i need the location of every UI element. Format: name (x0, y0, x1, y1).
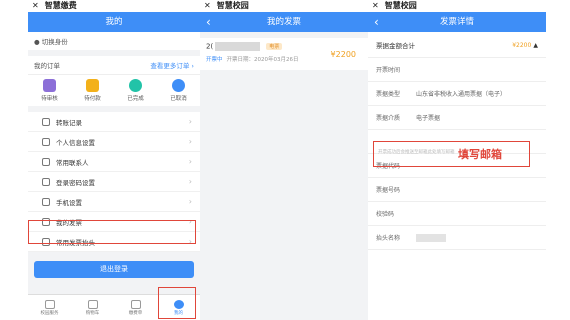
blurred-title (416, 233, 446, 242)
chevron-right-icon: › (188, 137, 192, 146)
detail-row: 开票时间 (368, 58, 546, 82)
detail-row: 校验码 (368, 202, 546, 226)
menu-label: 转账记录 (56, 118, 82, 127)
panel-my-invoices: ✕ 智慧校园 ‹ 我的发票 2( 电票 ¥2200 开票中 开票日期：2020年03月2… (200, 0, 368, 320)
detail-label: 校验码 (376, 211, 395, 218)
menu-personal-info[interactable]: 个人信息设置 › (28, 132, 200, 152)
back-icon[interactable]: ‹ (206, 12, 211, 32)
nav-bar: ‹ 发票详情 (368, 12, 546, 32)
tab-label: 校园服务 (40, 310, 59, 316)
detail-row: 票据介质 电子票据 (368, 106, 546, 130)
order-completed[interactable]: 已完成 (127, 79, 144, 102)
total-label: 票据金额合计 (376, 41, 415, 50)
nav-title: 我的 (105, 17, 123, 27)
invoice-status: 开票中 (206, 57, 223, 63)
invoice-card[interactable]: 2( 电票 ¥2200 开票中 开票日期：2020年03月26日 (200, 38, 368, 70)
blurred-number (215, 42, 261, 51)
order-cancelled[interactable]: 已取消 (170, 79, 187, 102)
chevron-right-icon: › (188, 157, 192, 166)
wallet-icon (85, 79, 99, 92)
nav-title: 发票详情 (439, 17, 474, 27)
pending-review-icon (42, 79, 56, 92)
menu-label: 手机设置 (56, 198, 82, 207)
detail-label: 票据介质 (376, 115, 401, 122)
menu-label: 常用联系人 (56, 158, 89, 167)
logout-button[interactable]: 退出登录 (34, 261, 194, 278)
invoice-amount: ¥2200 (330, 50, 356, 59)
close-icon[interactable]: ✕ (372, 0, 379, 12)
cart-icon (87, 299, 98, 309)
home-icon (44, 299, 55, 309)
order-label: 已取消 (170, 96, 187, 102)
detail-label: 抬头名称 (376, 235, 401, 242)
app-title: 智慧校园 (384, 1, 417, 10)
app-title: 智慧校园 (216, 1, 249, 10)
back-icon[interactable]: ‹ (374, 12, 379, 32)
order-label: 待付款 (84, 96, 101, 102)
orders-more-link[interactable]: 查看更多订单 › (150, 60, 194, 70)
app-title-bar: ✕ 智慧校园 (200, 0, 368, 12)
app-title-bar: ✕ 智慧校园 (368, 0, 546, 12)
highlight-tab-mine (158, 287, 196, 319)
menu-phone-settings[interactable]: 手机设置 › (28, 192, 200, 212)
tab-bills[interactable]: 缴费单 (121, 299, 151, 316)
detail-value: 电子票据 (416, 115, 441, 122)
chevron-right-icon: › (188, 117, 192, 126)
menu-contacts[interactable]: 常用联系人 › (28, 152, 200, 172)
person-icon (42, 137, 50, 146)
phone-icon (42, 197, 50, 206)
check-icon (128, 79, 142, 92)
detail-row: 抬头名称 (368, 226, 546, 250)
panel-my: ✕ 智慧缴费 我的 ● 切换身份 我的订单 查看更多订单 › 待审核 待付款 已完成… (28, 0, 200, 320)
highlight-my-invoices (28, 220, 196, 244)
chevron-right-icon: › (188, 177, 192, 186)
detail-value: 山东省非税收入通用票据（电子） (416, 91, 507, 98)
invoice-date: 开票日期：2020年03月26日 (226, 57, 299, 63)
total-amount: ¥2200 (512, 41, 532, 49)
nav-bar: 我的 (28, 12, 200, 32)
order-label: 已完成 (127, 96, 144, 102)
list-icon (42, 117, 50, 126)
menu-label: 登录密码设置 (56, 178, 95, 187)
detail-row: 票据类型 山东省非税收入通用票据（电子） (368, 82, 546, 106)
undo-icon (171, 79, 185, 92)
order-label: 待审核 (41, 96, 58, 102)
invoice-number: 2( (206, 42, 214, 51)
order-pending-payment[interactable]: 待付款 (84, 79, 101, 102)
chevron-right-icon: › (188, 197, 192, 206)
lock-icon (42, 177, 50, 186)
tab-label: 缴费单 (128, 310, 143, 316)
caret-up-icon: ▲ (533, 41, 538, 49)
detail-row: 票据号码 (368, 178, 546, 202)
tab-label: 购物车 (85, 310, 100, 316)
menu-login-password[interactable]: 登录密码设置 › (28, 172, 200, 192)
total-row[interactable]: 票据金额合计 ¥2200 ▲ (368, 32, 546, 58)
nav-title: 我的发票 (266, 17, 301, 27)
menu-transfer-records[interactable]: 转账记录 › (28, 112, 200, 132)
email-input[interactable]: 开票成功后会推送至邮箱此处填写邮箱 (378, 149, 455, 155)
app-title-bar: ✕ 智慧缴费 (28, 0, 200, 12)
calendar-icon (130, 299, 141, 309)
tab-campus-service[interactable]: 校园服务 (35, 299, 65, 316)
email-hint-annotation: 填写邮箱 (458, 148, 502, 161)
detail-label: 票据号码 (376, 187, 401, 194)
close-icon[interactable]: ✕ (32, 0, 39, 12)
switch-identity-label: 切换身份 (41, 38, 68, 46)
app-title: 智慧缴费 (44, 1, 77, 10)
contacts-icon (42, 157, 50, 166)
menu-label: 个人信息设置 (56, 138, 95, 147)
orders-label: 我的订单 (34, 62, 60, 70)
order-pending-review[interactable]: 待审核 (41, 79, 58, 102)
detail-label: 票据类型 (376, 91, 401, 98)
orders-section: 我的订单 查看更多订单 › 待审核 待付款 已完成 已取消 (28, 56, 200, 106)
close-icon[interactable]: ✕ (204, 0, 211, 12)
e-invoice-badge: 电票 (266, 43, 283, 50)
switch-identity-row[interactable]: ● 切换身份 (28, 32, 200, 50)
nav-bar: ‹ 我的发票 (200, 12, 368, 32)
detail-label: 开票时间 (376, 67, 401, 74)
tab-cart[interactable]: 购物车 (78, 299, 108, 316)
